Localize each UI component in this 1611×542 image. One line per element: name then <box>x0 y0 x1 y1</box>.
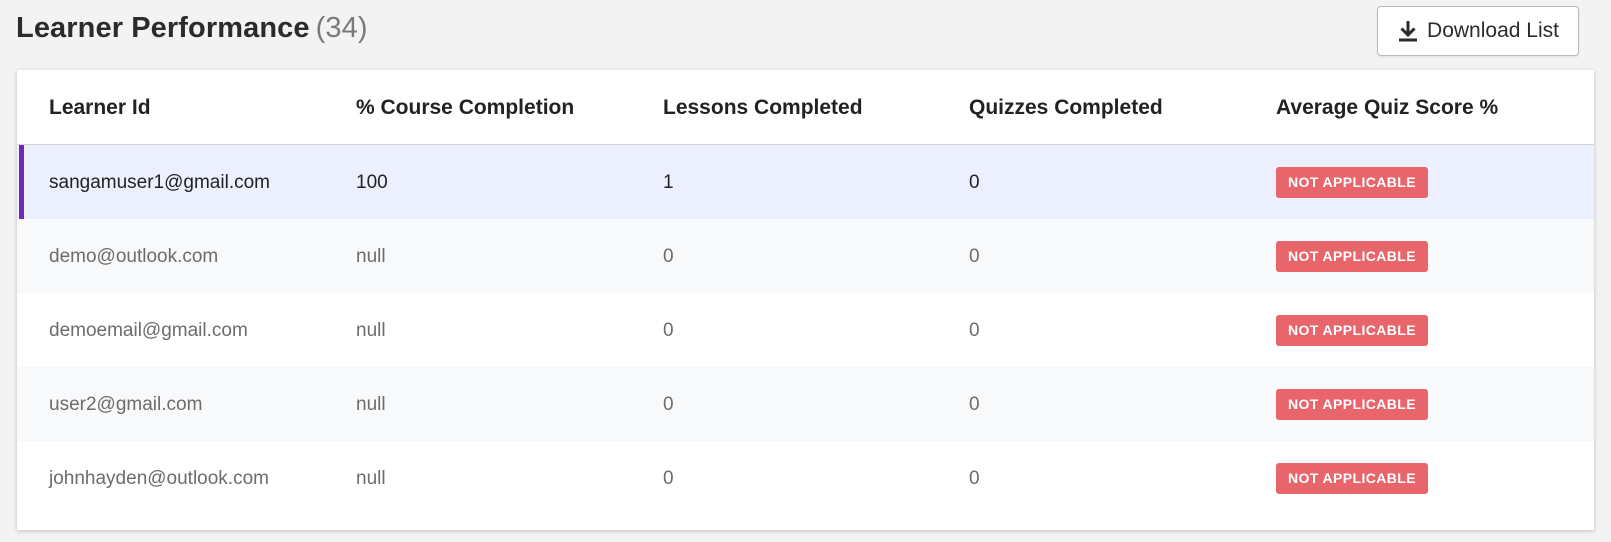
learner-id-cell: demo@outlook.com <box>49 246 219 267</box>
quizzes-completed-cell: 0 <box>969 246 980 267</box>
column-header-lessons-completed[interactable]: Lessons Completed <box>663 70 863 144</box>
learner-id-cell: sangamuser1@gmail.com <box>49 172 270 193</box>
table-row[interactable]: demo@outlook.com null 0 0 NOT APPLICABLE <box>17 219 1594 293</box>
table-row[interactable]: demoemail@gmail.com null 0 0 NOT APPLICA… <box>17 293 1594 367</box>
learner-id-cell: johnhayden@outlook.com <box>49 468 269 489</box>
course-completion-cell: null <box>356 320 386 341</box>
course-completion-cell: null <box>356 394 386 415</box>
lessons-completed-cell: 0 <box>663 394 674 415</box>
lessons-completed-cell: 0 <box>663 468 674 489</box>
quizzes-completed-cell: 0 <box>969 320 980 341</box>
course-completion-cell: null <box>356 468 386 489</box>
table-row[interactable]: sangamuser1@gmail.com 100 1 0 NOT APPLIC… <box>17 145 1594 219</box>
page-title-text: Learner Performance <box>16 12 310 44</box>
learner-id-cell: demoemail@gmail.com <box>49 320 248 341</box>
table-row[interactable]: johnhayden@outlook.com null 0 0 NOT APPL… <box>17 441 1594 515</box>
not-applicable-badge: NOT APPLICABLE <box>1276 389 1428 420</box>
not-applicable-badge: NOT APPLICABLE <box>1276 241 1428 272</box>
table-header: Learner Id % Course Completion Lessons C… <box>17 70 1594 145</box>
not-applicable-badge: NOT APPLICABLE <box>1276 315 1428 346</box>
quizzes-completed-cell: 0 <box>969 468 980 489</box>
download-icon <box>1397 19 1419 43</box>
download-list-label: Download List <box>1427 19 1559 42</box>
lessons-completed-cell: 0 <box>663 246 674 267</box>
page-title: Learner Performance (34) <box>16 12 368 45</box>
lessons-completed-cell: 1 <box>663 172 674 193</box>
quizzes-completed-cell: 0 <box>969 394 980 415</box>
course-completion-cell: null <box>356 246 386 267</box>
download-list-button[interactable]: Download List <box>1377 6 1579 56</box>
not-applicable-badge: NOT APPLICABLE <box>1276 167 1428 198</box>
course-completion-cell: 100 <box>356 172 388 193</box>
lessons-completed-cell: 0 <box>663 320 674 341</box>
quizzes-completed-cell: 0 <box>969 172 980 193</box>
learner-id-cell: user2@gmail.com <box>49 394 203 415</box>
column-header-course-completion[interactable]: % Course Completion <box>356 70 574 144</box>
selected-row-indicator <box>19 145 24 219</box>
column-header-quizzes-completed[interactable]: Quizzes Completed <box>969 70 1163 144</box>
column-header-learner-id[interactable]: Learner Id <box>49 70 151 144</box>
learner-count: (34) <box>315 12 368 44</box>
not-applicable-badge: NOT APPLICABLE <box>1276 463 1428 494</box>
page-header: Learner Performance (34) Download List <box>16 0 1591 66</box>
column-header-average-quiz-score[interactable]: Average Quiz Score % <box>1276 70 1498 144</box>
learner-performance-table: Learner Id % Course Completion Lessons C… <box>17 70 1594 530</box>
table-row[interactable]: user2@gmail.com null 0 0 NOT APPLICABLE <box>17 367 1594 441</box>
